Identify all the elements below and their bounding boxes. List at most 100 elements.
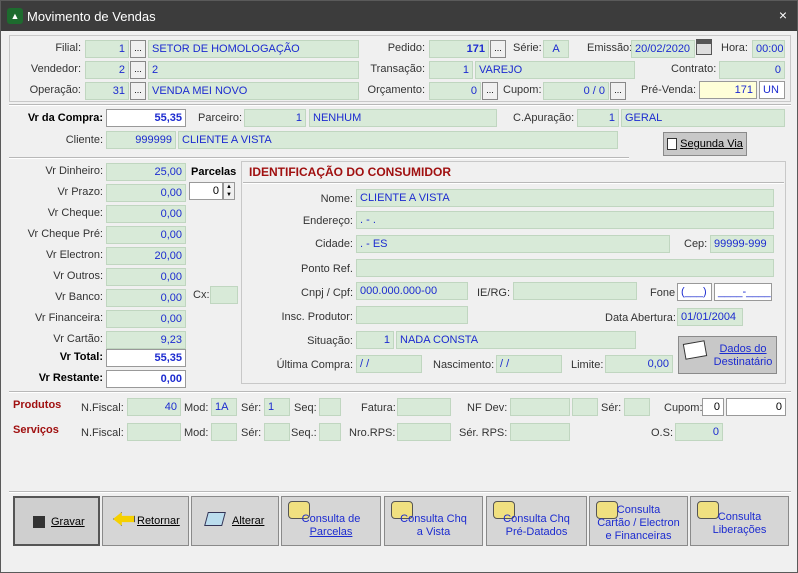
consulta-parcelas-label-1: Consulta de	[301, 513, 361, 525]
nascimento-field[interactable]: / /	[496, 355, 562, 373]
serv-serrps-field[interactable]	[510, 423, 570, 441]
serv-seq-field[interactable]	[319, 423, 341, 441]
cidade-field[interactable]: . - ES	[356, 235, 670, 253]
serv-nfiscal-field[interactable]	[127, 423, 181, 441]
ultima-compra-field[interactable]: / /	[356, 355, 422, 373]
pedido-field[interactable]: 171	[429, 40, 489, 58]
serv-os-field[interactable]: 0	[675, 423, 723, 441]
hora-field[interactable]: 00:00	[752, 40, 785, 58]
prod-nfiscal-field[interactable]: 40	[127, 398, 181, 416]
cep-field[interactable]: 99999-999	[710, 235, 774, 253]
vendedor-lookup-button[interactable]: ...	[130, 61, 146, 79]
emissao-label: Emissão:	[587, 42, 633, 54]
nome-label: Nome:	[320, 193, 353, 205]
vendedor-code-field[interactable]: 2	[85, 61, 129, 79]
parceiro-code-field[interactable]: 1	[244, 109, 306, 127]
document-icon	[667, 138, 678, 151]
pedido-lookup-button[interactable]: ...	[490, 40, 506, 58]
cupom-field[interactable]: 0 / 0	[543, 82, 609, 100]
prod-seq-field[interactable]	[319, 398, 341, 416]
prevenda-field[interactable]: 171	[699, 81, 757, 99]
dados-destinatario-button[interactable]: Dados do Destinatário	[678, 336, 777, 374]
pay-row-field[interactable]: 0,00	[106, 226, 186, 244]
close-icon[interactable]: ×	[779, 7, 787, 23]
calendar-icon[interactable]	[696, 39, 712, 55]
prod-cupom-field-b[interactable]: 0	[726, 398, 786, 416]
contrato-field[interactable]: 0	[719, 61, 785, 79]
dados-label-2: Destinatário	[713, 356, 773, 368]
prod-fatura-field[interactable]	[397, 398, 451, 416]
consulta-chq-pre-label-2: Pré-Datados	[505, 526, 568, 538]
fone-number-field[interactable]: ____-____	[714, 283, 772, 301]
orcamento-field[interactable]: 0	[429, 82, 481, 100]
operacao-code-field[interactable]: 31	[85, 82, 129, 100]
consulta-liberacoes-button[interactable]: Consulta Liberações	[690, 496, 789, 546]
insc-produtor-field[interactable]	[356, 306, 468, 324]
cnpj-field[interactable]: 000.000.000-00	[356, 282, 468, 300]
consulta-parcelas-button[interactable]: Consulta de Parcelas	[281, 496, 381, 546]
prod-cupom-field-a[interactable]: 0	[702, 398, 724, 416]
fone-ddd-field[interactable]: (___)	[677, 283, 712, 301]
pay-row-field[interactable]: 25,00	[106, 163, 186, 181]
segunda-via-button[interactable]: Segunda Via	[663, 132, 747, 156]
transacao-label: Transação:	[370, 63, 425, 75]
capuracao-name-field: GERAL	[621, 109, 785, 127]
prod-nfdev-extra-field[interactable]	[572, 398, 598, 416]
ierg-field[interactable]	[513, 282, 637, 300]
consulta-cartao-button[interactable]: Consulta Cartão / Electron e Financeiras	[589, 496, 688, 546]
pay-row-field[interactable]: 0,00	[106, 205, 186, 223]
endereco-field[interactable]: . - .	[356, 211, 774, 229]
prod-ser2-field[interactable]	[624, 398, 650, 416]
situacao-code-field[interactable]: 1	[356, 331, 394, 349]
nome-field[interactable]: CLIENTE A VISTA	[356, 189, 774, 207]
capuracao-code-field[interactable]: 1	[577, 109, 619, 127]
serv-nfiscal-label: N.Fiscal:	[81, 427, 124, 439]
prod-mod-field[interactable]: 1A	[211, 398, 237, 416]
pay-row-field[interactable]: 0,00	[106, 268, 186, 286]
retornar-button[interactable]: Retornar	[102, 496, 189, 546]
prevenda-unit-field[interactable]: UN	[759, 81, 785, 99]
filial-code-field[interactable]: 1	[85, 40, 129, 58]
cupom-lookup-button[interactable]: ...	[610, 82, 626, 100]
filial-lookup-button[interactable]: ...	[130, 40, 146, 58]
pay-row-field[interactable]: 20,00	[106, 247, 186, 265]
orcamento-label: Orçamento:	[367, 84, 425, 96]
serv-mod-field[interactable]	[211, 423, 237, 441]
ponto-ref-field[interactable]	[356, 259, 774, 277]
pay-row-field[interactable]: 0,00	[106, 184, 186, 202]
operacao-lookup-button[interactable]: ...	[130, 82, 146, 100]
transacao-code-field[interactable]: 1	[429, 61, 473, 79]
gravar-button[interactable]: Gravar	[13, 496, 100, 546]
capuracao-label: C.Apuração:	[513, 112, 575, 124]
cliente-code-field[interactable]: 999999	[106, 131, 176, 149]
parceiro-label: Parceiro:	[198, 112, 243, 124]
pay-row-label: Vr Outros:	[53, 270, 103, 282]
serie-field[interactable]: A	[543, 40, 569, 58]
prod-ser-field[interactable]: 1	[264, 398, 290, 416]
parcelas-field[interactable]: 0	[189, 182, 223, 200]
limite-label: Limite:	[571, 359, 604, 371]
consulta-chq-pre-button[interactable]: Consulta Chq Pré-Datados	[486, 496, 587, 546]
dados-label-1: Dados do	[719, 343, 767, 355]
emissao-field[interactable]: 20/02/2020	[631, 40, 695, 58]
prod-ser-label: Sér:	[241, 402, 262, 414]
hora-label: Hora:	[721, 42, 748, 54]
spin-down-icon[interactable]: ▼	[224, 191, 234, 199]
data-abertura-field[interactable]: 01/01/2004	[677, 308, 743, 326]
pay-row-field[interactable]: 9,23	[106, 331, 186, 349]
serv-ser-field[interactable]	[264, 423, 290, 441]
serv-mod-label: Mod:	[184, 427, 209, 439]
consulta-chq-vista-button[interactable]: Consulta Chq a Vista	[384, 496, 483, 546]
prod-nfdev-field[interactable]	[510, 398, 570, 416]
ierg-label: IE/RG:	[477, 287, 511, 299]
pay-row-field[interactable]: 0,00	[106, 289, 186, 307]
alterar-button[interactable]: Alterar	[191, 496, 279, 546]
cx-field[interactable]	[210, 286, 238, 304]
orcamento-lookup-button[interactable]: ...	[482, 82, 498, 100]
notepad-icon	[682, 340, 708, 360]
spin-up-icon[interactable]: ▲	[224, 183, 234, 191]
parcelas-spinner[interactable]: ▲ ▼	[223, 182, 235, 200]
pay-row-field[interactable]: 0,00	[106, 310, 186, 328]
serv-rps-field[interactable]	[397, 423, 451, 441]
cx-label: Cx:	[193, 289, 210, 301]
